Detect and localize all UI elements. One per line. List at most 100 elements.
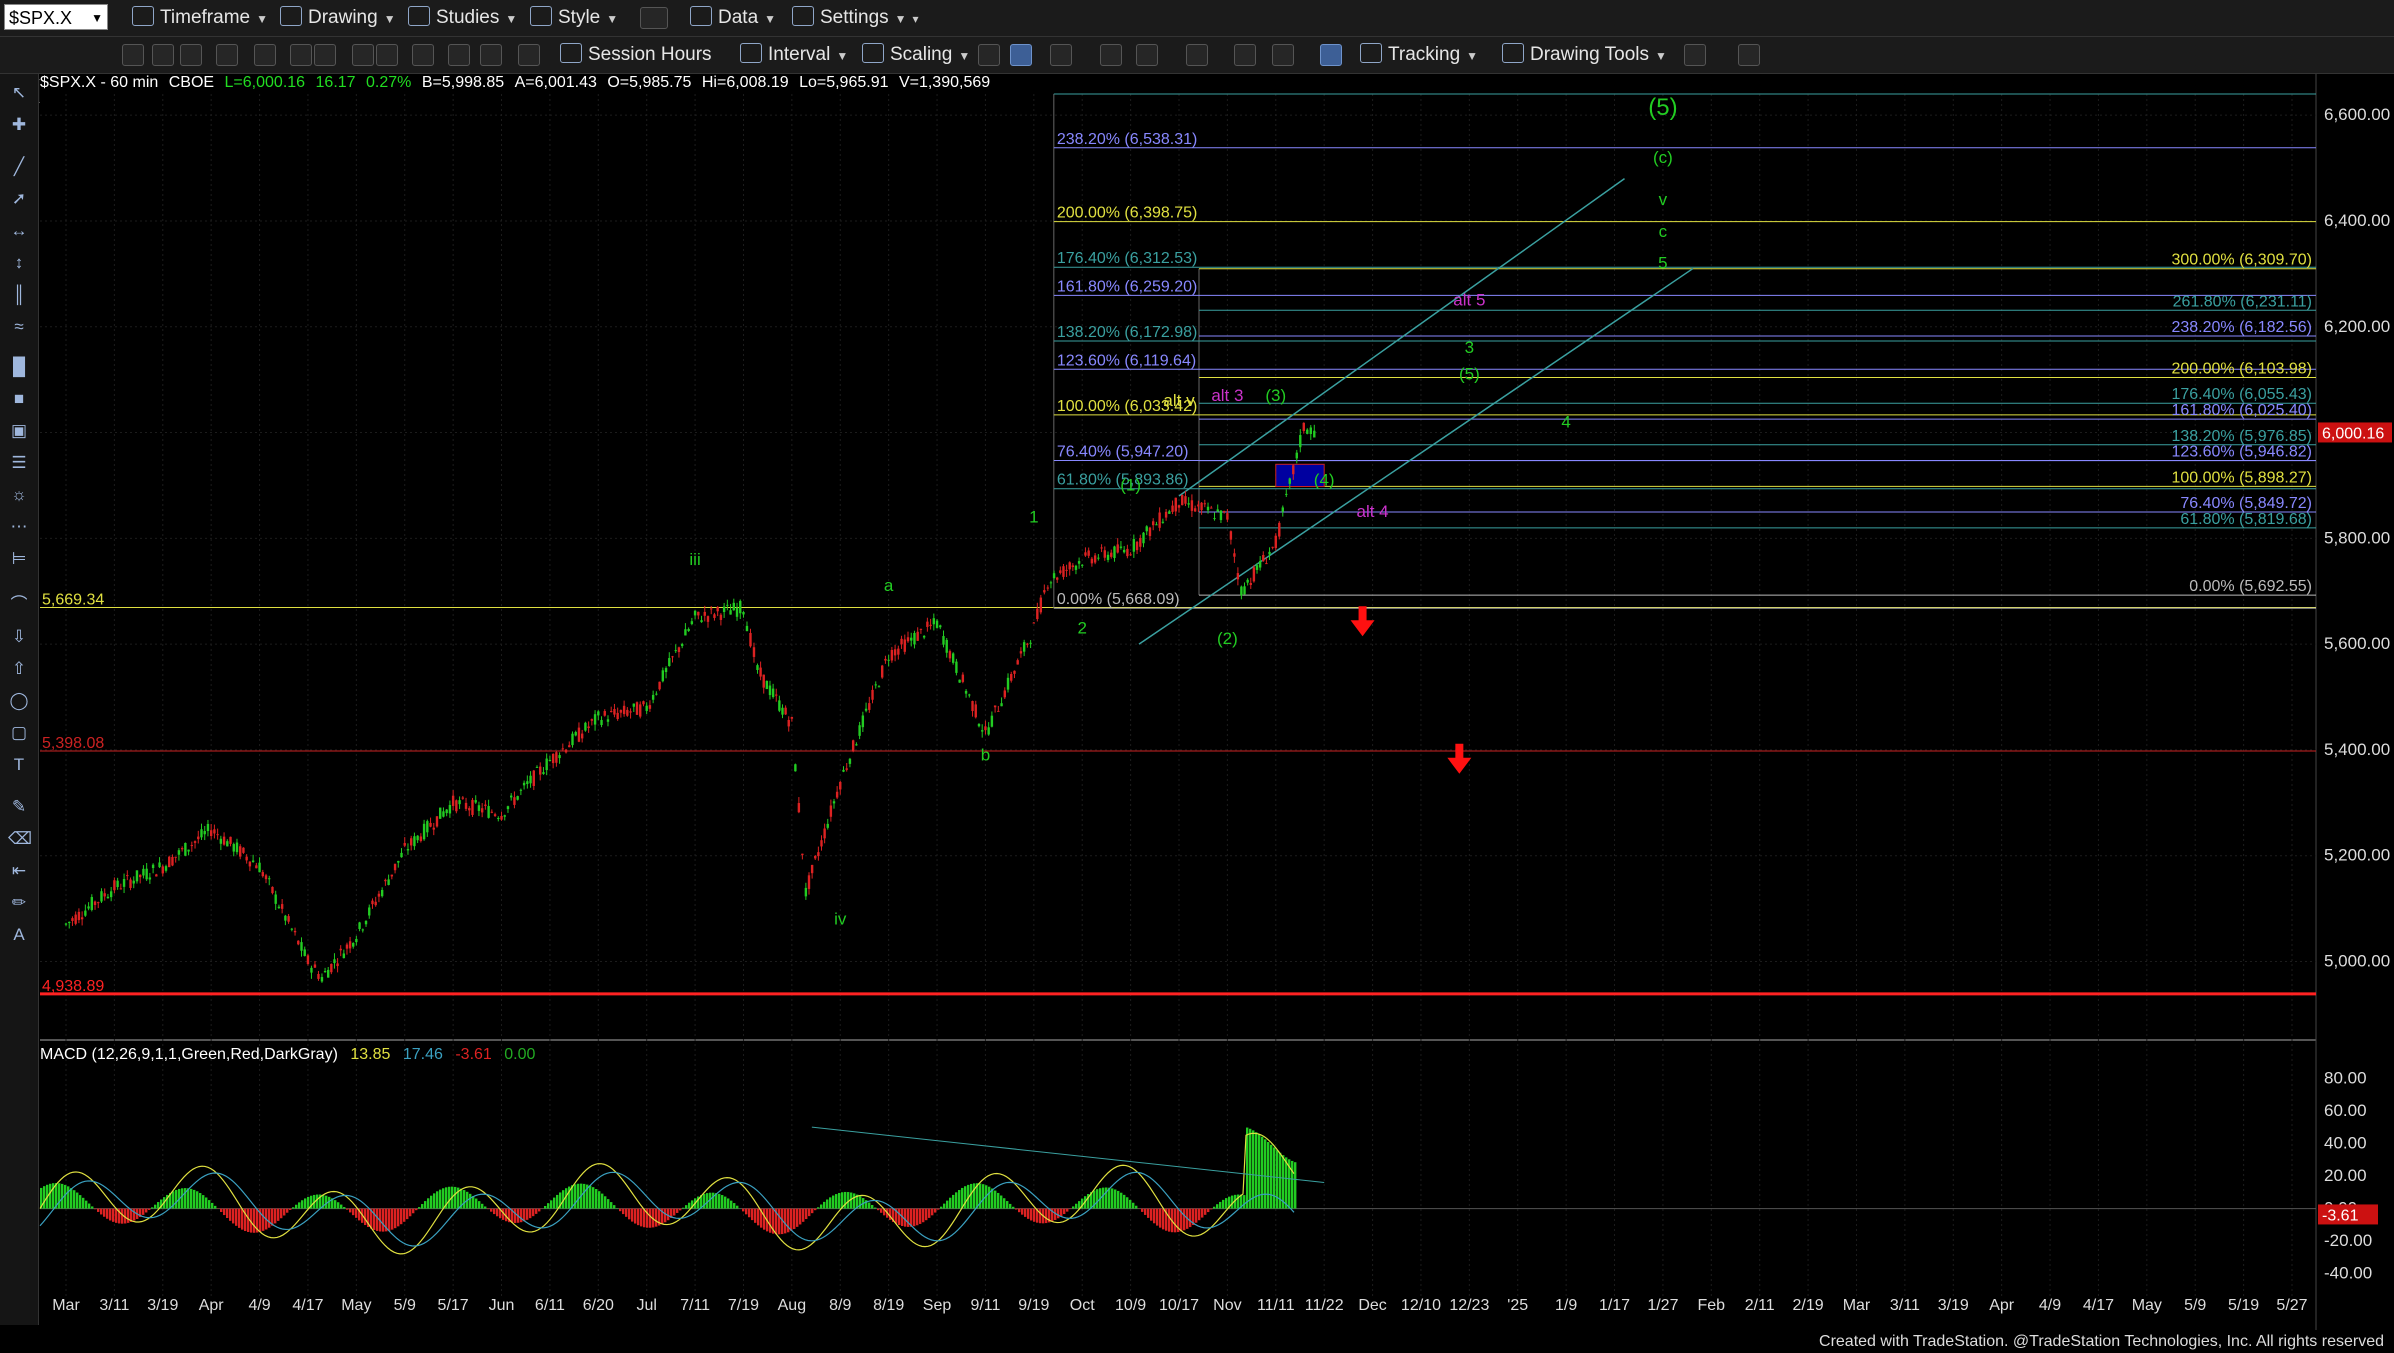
macd-bar: [355, 1208, 358, 1218]
candle-body: [1258, 561, 1262, 568]
candle-body: [93, 901, 97, 905]
wave-label: (2): [1217, 629, 1238, 648]
macd-bar: [106, 1208, 109, 1219]
macd-bar: [352, 1208, 355, 1216]
macd-bar: [196, 1191, 199, 1209]
candle-body: [87, 906, 90, 909]
candle-body: [610, 711, 613, 713]
candle-body: [997, 710, 1000, 712]
macd-bar: [721, 1195, 724, 1209]
macd-bar: [949, 1197, 952, 1209]
macd-bar: [76, 1192, 79, 1209]
candle-body: [693, 610, 697, 616]
macd-bar: [241, 1208, 244, 1230]
candle-body: [497, 817, 500, 819]
candle-body: [629, 711, 632, 713]
candle-body: [277, 906, 281, 908]
candle-body: [1116, 544, 1119, 553]
macd-bar: [229, 1208, 232, 1221]
fib-label-right: 138.20% (5,976.85): [2171, 428, 2312, 445]
candle-body: [939, 625, 942, 628]
candle-body: [858, 725, 861, 736]
macd-bar: [481, 1203, 484, 1209]
candle-body: [1313, 430, 1316, 438]
candle-body: [900, 638, 903, 645]
macd-bar: [61, 1183, 64, 1209]
candle-body: [1003, 690, 1006, 698]
candle-body: [771, 688, 775, 698]
x-tick-label: Aug: [778, 1297, 806, 1314]
candle-body: [968, 694, 971, 696]
macd-bar: [334, 1200, 337, 1209]
candle-body: [716, 606, 719, 612]
macd-bar: [844, 1191, 847, 1209]
candle-body: [1278, 522, 1281, 537]
macd-bar: [280, 1208, 283, 1219]
macd-bar: [1000, 1195, 1003, 1209]
candle-body: [1200, 502, 1203, 511]
macd-bar: [919, 1208, 922, 1224]
macd-bar: [79, 1195, 82, 1209]
candle-body: [358, 922, 361, 929]
candle-body: [1309, 427, 1312, 434]
candle-body: [493, 814, 497, 816]
macd-bar: [382, 1208, 385, 1232]
fib-label-right: 0.00% (5,692.55): [2189, 578, 2312, 595]
macd-bar: [1075, 1203, 1078, 1209]
macd-bar: [109, 1208, 112, 1221]
candle-body: [1158, 512, 1161, 528]
candle-body: [1210, 507, 1213, 509]
candle-body: [590, 719, 594, 721]
macd-bar: [934, 1208, 937, 1213]
macd-bar: [1012, 1206, 1015, 1209]
x-tick-label: 6/20: [583, 1297, 614, 1314]
bid-price: B=5,998.85: [421, 74, 505, 91]
candle-body: [310, 967, 313, 973]
candle-body: [713, 614, 716, 618]
candle-body: [522, 782, 526, 786]
wave-label: c: [1659, 222, 1668, 241]
candle-body: [955, 661, 958, 673]
candle-body: [1246, 579, 1249, 583]
candle-body: [820, 840, 823, 847]
macd-bar: [262, 1208, 265, 1231]
macd-bar: [610, 1202, 613, 1209]
candle-body: [255, 865, 258, 869]
candle-body: [80, 917, 84, 920]
candle-body: [564, 749, 568, 753]
candle-body: [400, 852, 403, 858]
macd-value-tag-label: -3.61: [2322, 1207, 2359, 1224]
macd-bar: [154, 1204, 157, 1209]
candle-body: [561, 748, 565, 750]
macd-bar: [58, 1183, 61, 1209]
candle-body: [881, 665, 884, 678]
candle-body: [877, 686, 881, 688]
macd-bar: [553, 1197, 556, 1209]
macd-bar: [490, 1208, 493, 1212]
x-tick-label: 4/17: [292, 1297, 323, 1314]
macd-bar: [1102, 1187, 1105, 1209]
macd-bar: [757, 1208, 760, 1226]
y-tick-label: 5,000.00: [2324, 952, 2390, 971]
price-chart[interactable]: 6,600.006,400.006,200.006,000.005,800.00…: [0, 0, 2394, 1330]
candle-body: [474, 800, 477, 803]
x-tick-label: Jul: [636, 1297, 656, 1314]
candle-body: [287, 916, 290, 922]
macd-bar: [595, 1189, 598, 1209]
fib-label-right: 76.40% (5,849.72): [2180, 495, 2312, 512]
candle-body: [297, 940, 300, 945]
x-tick-label: 9/19: [1018, 1297, 1049, 1314]
candle-body: [545, 758, 548, 771]
macd-bar: [817, 1207, 820, 1209]
macd-bar: [1159, 1208, 1162, 1228]
macd-bar: [724, 1196, 727, 1209]
candle-body: [677, 647, 681, 653]
macd-bar: [973, 1183, 976, 1209]
candle-body: [239, 846, 242, 857]
candle-body: [419, 836, 423, 842]
last-price: L=6,000.16: [224, 74, 306, 91]
candle-body: [387, 879, 390, 885]
x-tick-label: 10/9: [1115, 1297, 1146, 1314]
macd-bar: [1168, 1208, 1171, 1232]
macd-bar: [784, 1208, 787, 1234]
